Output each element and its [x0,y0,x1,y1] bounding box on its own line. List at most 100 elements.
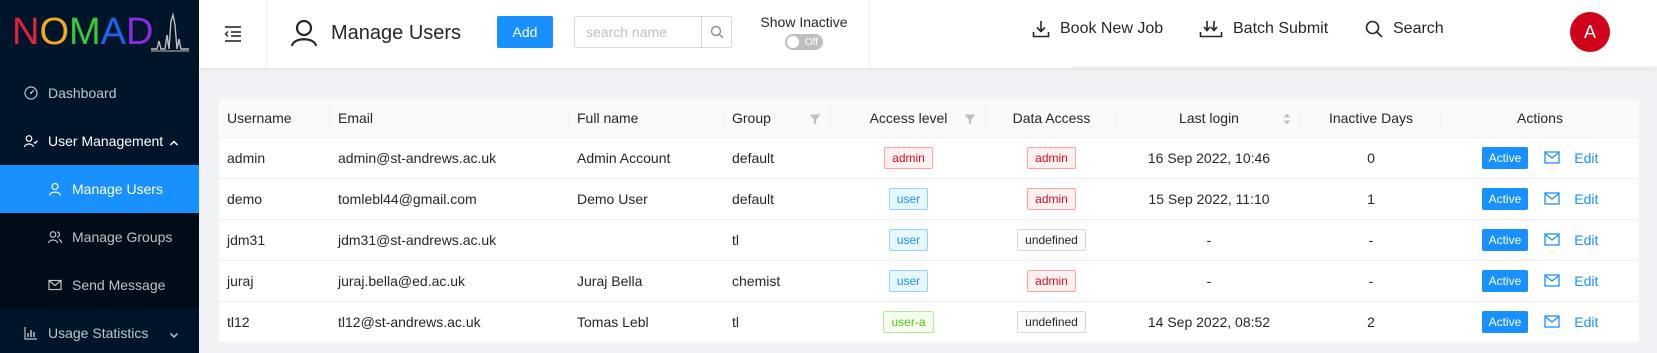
show-inactive-toggle[interactable]: Off [785,34,823,50]
cell-inactive-days: 0 [1301,137,1441,179]
page-heading: Manage Users [289,18,461,48]
cell-actions: Active Edit [1441,219,1639,261]
header-divider [869,0,870,68]
cell-inactive-days: 2 [1301,301,1441,343]
menu-fold-button[interactable] [199,0,267,68]
data-access-tag: admin [1027,269,1076,292]
active-status-button[interactable]: Active [1481,310,1529,333]
column-label: Full name [577,109,639,126]
data-access-tag: admin [1027,146,1076,169]
toggle-text: Off [804,36,818,48]
sidebar-item-label: Dashboard [48,85,117,101]
sidebar-item-manage-groups[interactable]: Manage Groups [0,213,199,261]
chevron-down-icon [169,327,179,343]
menu-fold-icon [224,26,241,42]
data-access-tag: undefined [1017,228,1086,251]
access-level-tag: user-a [883,310,934,333]
cell-group: tl [724,219,831,261]
cell-actions: Active Edit [1441,137,1639,179]
access-level-tag: user [888,187,929,210]
mail-icon[interactable] [1544,151,1560,164]
cell-data-access: undefined [986,301,1117,343]
sidebar-item-label: Usage Statistics [48,325,149,341]
sidebar-item-label: Manage Users [72,181,164,197]
table-row: jdm31 jdm31@st-andrews.ac.uk tl user und… [219,219,1639,261]
edit-link[interactable]: Edit [1574,150,1598,166]
search-button[interactable]: Search [1365,20,1444,38]
header: Manage Users Add Show Inactive Off Book … [199,0,1657,68]
edit-link[interactable]: Edit [1574,191,1598,207]
sidebar-item-send-message[interactable]: Send Message [0,261,199,309]
column-header-fullname: Full name [569,99,724,138]
cell-data-access: admin [986,260,1117,302]
nmr-spectrum-logo-icon [151,12,190,52]
cell-data-access: admin [986,178,1117,220]
mail-icon[interactable] [1544,274,1560,287]
column-label: Access level [869,109,948,126]
access-level-tag: user [888,269,929,292]
column-label: Email [338,109,374,126]
column-header-data-access: Data Access [986,99,1117,138]
book-new-job-button[interactable]: Book New Job [1032,20,1163,38]
user-management-submenu: Manage Users Manage Groups Send Message [0,165,199,309]
active-status-button[interactable]: Active [1481,228,1529,251]
page-title: Manage Users [331,21,462,44]
table-header-row: Username Email Full name Group Access le… [219,99,1639,138]
header-strip [1072,66,1657,68]
cell-email: admin@st-andrews.ac.uk [330,137,569,179]
cell-actions: Active Edit [1441,260,1639,302]
dashboard-icon [24,86,38,100]
batch-submit-label: Batch Submit [1233,20,1329,37]
filter-icon[interactable] [809,112,821,128]
nomad-logo[interactable]: NOMAD [0,0,199,64]
sidebar: NOMAD Dashboard User Management Manage U… [0,0,199,353]
column-label: Last login [1179,109,1239,126]
logo-letter: M [69,11,101,53]
mail-icon[interactable] [1544,233,1560,246]
sidebar-item-manage-users[interactable]: Manage Users [0,165,199,213]
cell-email: tomlebl44@gmail.com [330,178,569,220]
column-header-last-login[interactable]: Last login [1117,99,1301,138]
show-inactive-control: Show Inactive Off [754,14,854,50]
cell-last-login: - [1117,219,1301,261]
data-access-tag: admin [1027,187,1076,210]
column-header-email: Email [330,99,569,138]
column-label: Group [732,109,771,126]
cell-last-login: 15 Sep 2022, 11:10 [1117,178,1301,220]
search-icon [710,25,723,39]
edit-link[interactable]: Edit [1574,314,1598,330]
cell-data-access: admin [986,137,1117,179]
search-button[interactable] [701,17,731,47]
column-label: Data Access [1012,109,1091,126]
sidebar-item-usage-statistics[interactable]: Usage Statistics [0,309,199,353]
search-input[interactable] [575,17,701,47]
cell-access-level: user [831,260,986,302]
logo-text: NOMAD [12,13,153,51]
cell-actions: Active Edit [1441,301,1639,343]
book-new-job-label: Book New Job [1060,20,1164,37]
cell-inactive-days: 1 [1301,178,1441,220]
sort-icon[interactable] [1283,112,1291,128]
edit-link[interactable]: Edit [1574,273,1598,289]
add-user-button[interactable]: Add [497,16,553,48]
toggle-knob [787,36,799,48]
mail-icon[interactable] [1544,192,1560,205]
table-row: admin admin@st-andrews.ac.uk Admin Accou… [219,137,1639,179]
active-status-button[interactable]: Active [1481,146,1529,169]
cell-inactive-days: - [1301,260,1441,302]
cell-group: tl [724,301,831,343]
table-row: juraj juraj.bella@ed.ac.uk Juraj Bella c… [219,260,1639,302]
mail-icon[interactable] [1544,315,1560,328]
cell-fullname: Juraj Bella [569,260,724,302]
batch-download-icon [1199,20,1223,38]
sidebar-item-dashboard[interactable]: Dashboard [0,69,199,117]
avatar[interactable]: A [1570,12,1610,52]
cell-username: demo [219,178,330,220]
sidebar-item-user-management[interactable]: User Management [0,117,199,165]
batch-submit-button[interactable]: Batch Submit [1199,20,1328,38]
active-status-button[interactable]: Active [1481,269,1529,292]
cell-group: chemist [724,260,831,302]
edit-link[interactable]: Edit [1574,232,1598,248]
filter-icon[interactable] [964,112,976,128]
active-status-button[interactable]: Active [1481,187,1529,210]
